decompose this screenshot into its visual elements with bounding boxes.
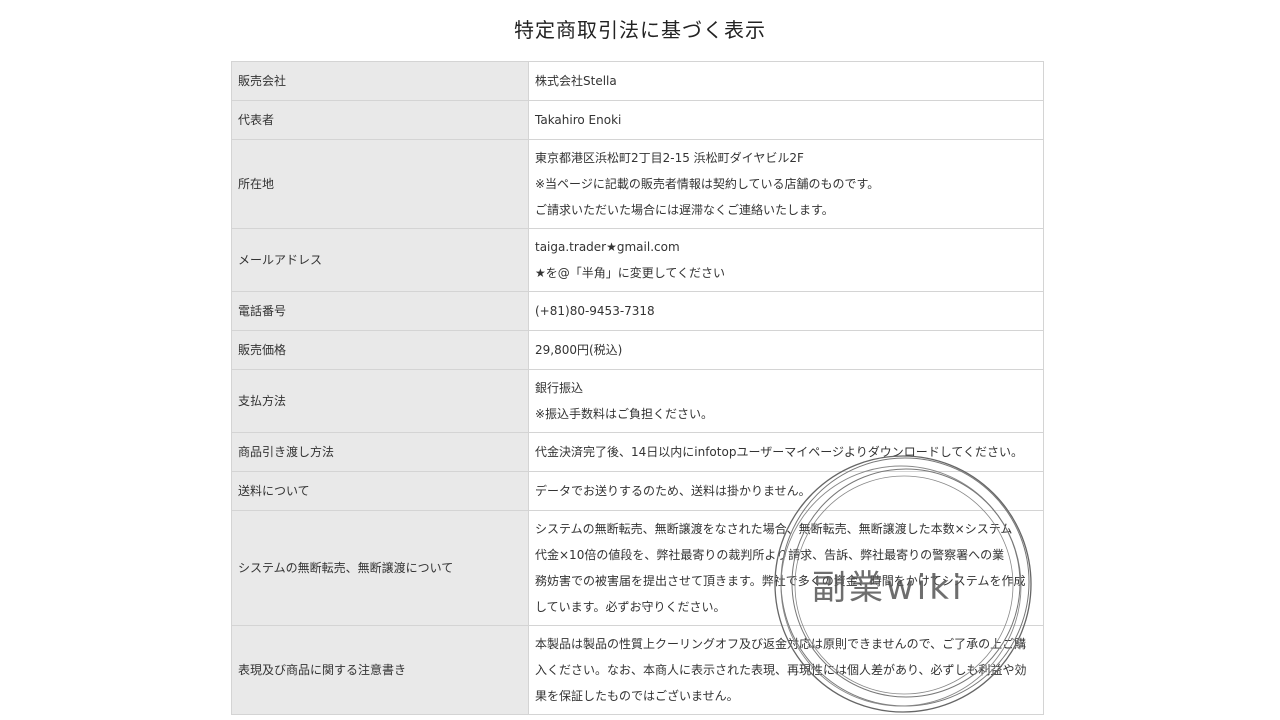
row-label: 所在地: [231, 139, 529, 229]
row-value: データでお送りするのため、送料は掛かりません。: [528, 471, 1044, 511]
table-row: 表現及び商品に関する注意書き 本製品は製品の性質上クーリングオフ及び返金対応は原則…: [231, 625, 1044, 715]
table-row: 支払方法 銀行振込 ※振込手数料はご負担ください。: [231, 369, 1044, 433]
value-line: ご請求いただいた場合には遅滞なくご連絡いたします。: [535, 203, 834, 217]
page: 特定商取引法に基づく表示 販売会社 株式会社Stella 代表者 Takahiro E…: [0, 0, 1280, 720]
row-value: 本製品は製品の性質上クーリングオフ及び返金対応は原則できませんので、ご了承の上ご…: [528, 625, 1044, 715]
table-row: メールアドレス taiga.trader★gmail.com ★を@「半角」に変更し…: [231, 228, 1044, 292]
value-line: 株式会社Stella: [535, 74, 617, 88]
value-line: 東京都港区浜松町2丁目2-15 浜松町ダイヤビル2F: [535, 151, 804, 165]
row-value: 銀行振込 ※振込手数料はご負担ください。: [528, 369, 1044, 433]
value-line: taiga.trader★gmail.com: [535, 240, 680, 254]
value-line: 入ください。なお、本商人に表示された表現、再現性には個人差があり、必ずしも利益や…: [535, 663, 1027, 677]
value-line: システムの無断転売、無断譲渡をなされた場合、無断転売、無断譲渡した本数×システム: [535, 522, 1013, 536]
row-value: taiga.trader★gmail.com ★を@「半角」に変更してください: [528, 228, 1044, 292]
row-value: 代金決済完了後、14日以内にinfotopユーザーマイページよりダウンロードして…: [528, 432, 1044, 472]
row-label: メールアドレス: [231, 228, 529, 292]
value-line: 果を保証したものではございません。: [535, 689, 739, 703]
table-row: 代表者 Takahiro Enoki: [231, 100, 1044, 140]
value-line: 代金決済完了後、14日以内にinfotopユーザーマイページよりダウンロードして…: [535, 445, 1024, 459]
page-title: 特定商取引法に基づく表示: [514, 18, 766, 42]
row-value: 株式会社Stella: [528, 61, 1044, 101]
row-value: 29,800円(税込): [528, 330, 1044, 370]
table-row: 販売会社 株式会社Stella: [231, 61, 1044, 101]
value-line: 銀行振込: [535, 381, 584, 395]
row-label: 代表者: [231, 100, 529, 140]
table-row: 送料について データでお送りするのため、送料は掛かりません。: [231, 471, 1044, 511]
table-row: 販売価格 29,800円(税込): [231, 330, 1044, 370]
row-value: (+81)80-9453-7318: [528, 291, 1044, 331]
disclosure-table: 販売会社 株式会社Stella 代表者 Takahiro Enoki 所在地 東京都港区浜…: [231, 61, 1044, 715]
table-row: 電話番号 (+81)80-9453-7318: [231, 291, 1044, 331]
row-label: 送料について: [231, 471, 529, 511]
row-label: 商品引き渡し方法: [231, 432, 529, 472]
row-value: 東京都港区浜松町2丁目2-15 浜松町ダイヤビル2F ※当ページに記載の販売者情報…: [528, 139, 1044, 229]
row-label: 電話番号: [231, 291, 529, 331]
value-line: Takahiro Enoki: [535, 113, 622, 127]
row-label: 販売価格: [231, 330, 529, 370]
value-line: 本製品は製品の性質上クーリングオフ及び返金対応は原則できませんので、ご了承の上ご…: [535, 637, 1027, 651]
watermark-text: 副業wiki: [812, 568, 965, 608]
value-line: データでお送りするのため、送料は掛かりません。: [535, 484, 811, 498]
row-value: システムの無断転売、無断譲渡をなされた場合、無断転売、無断譲渡した本数×システム…: [528, 510, 1044, 626]
value-line: ※振込手数料はご負担ください。: [535, 407, 714, 421]
row-value: Takahiro Enoki: [528, 100, 1044, 140]
row-label: システムの無断転売、無断譲渡について: [231, 510, 529, 626]
value-line: (+81)80-9453-7318: [535, 304, 655, 318]
table-row: 所在地 東京都港区浜松町2丁目2-15 浜松町ダイヤビル2F ※当ページに記載の販売…: [231, 139, 1044, 229]
value-line: ※当ページに記載の販売者情報は契約している店舗のものです。: [535, 177, 880, 191]
row-label: 販売会社: [231, 61, 529, 101]
row-label: 支払方法: [231, 369, 529, 433]
value-line: ★を@「半角」に変更してください: [535, 266, 726, 280]
row-label: 表現及び商品に関する注意書き: [231, 625, 529, 715]
table-row: 商品引き渡し方法 代金決済完了後、14日以内にinfotopユーザーマイページより…: [231, 432, 1044, 472]
value-line: 29,800円(税込): [535, 343, 623, 357]
